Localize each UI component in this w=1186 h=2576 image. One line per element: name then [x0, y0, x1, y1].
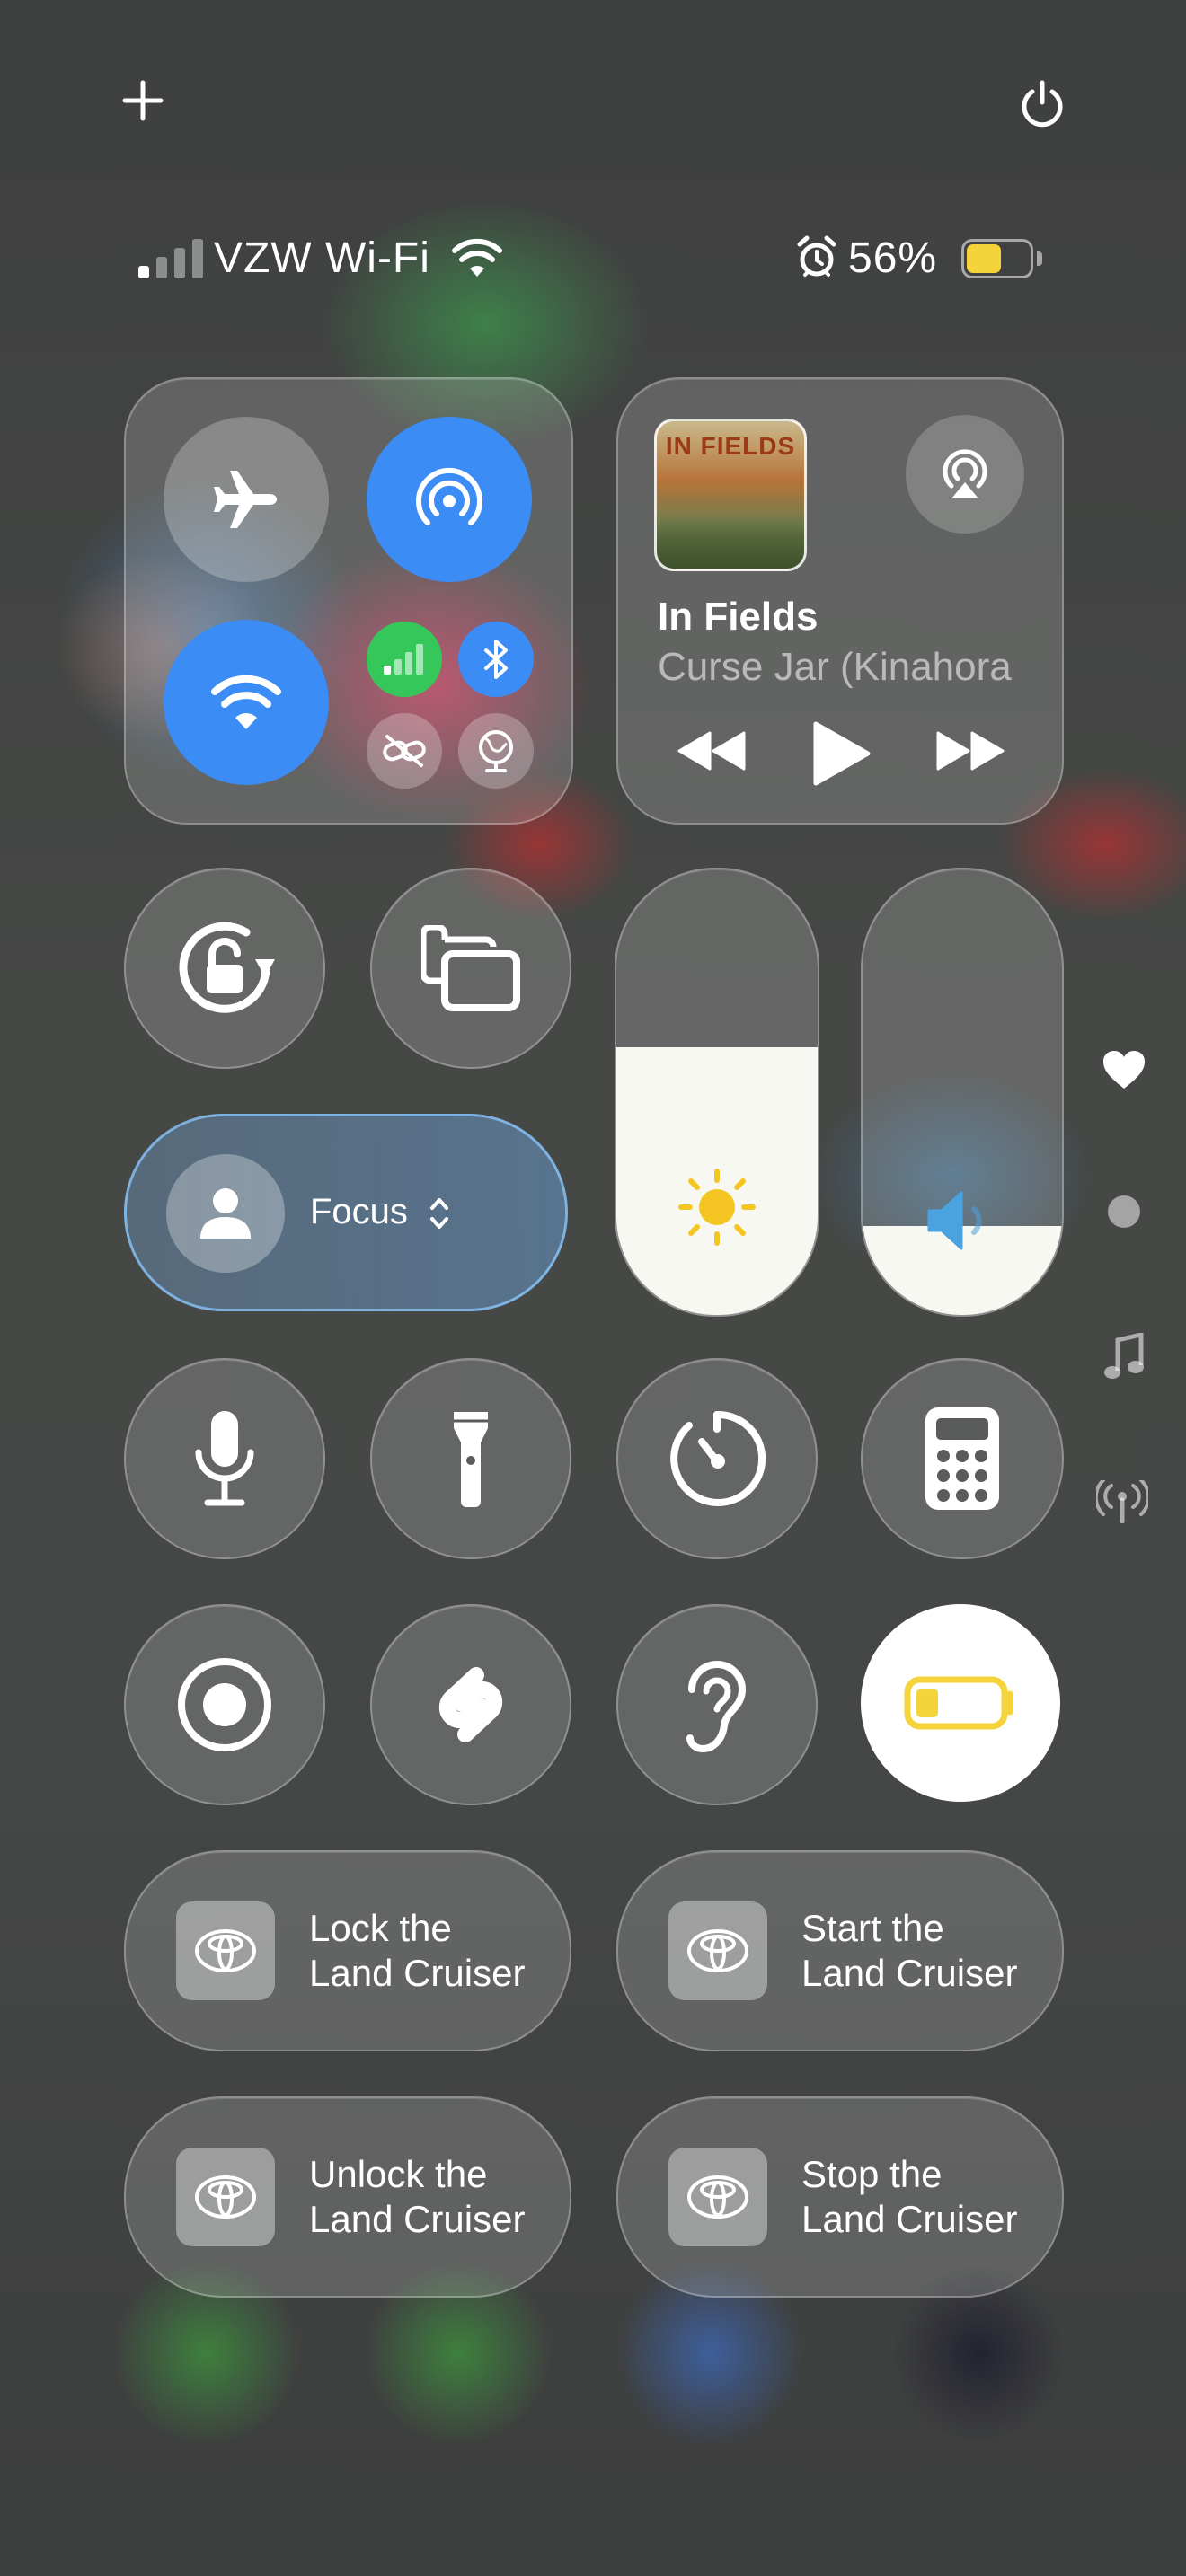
alarm-icon	[796, 235, 837, 278]
connectivity-panel	[124, 377, 573, 825]
chevron-up-down-icon	[429, 1195, 450, 1231]
shortcut-label-line2: Land Cruiser	[309, 1952, 526, 1994]
track-artist: Curse Jar (Kinahora	[658, 645, 1012, 689]
now-playing-panel[interactable]: IN FIELDS In Fields Curse Jar (Kinahora	[616, 377, 1064, 825]
link-icon	[382, 733, 427, 769]
rewind-button[interactable]	[677, 731, 746, 771]
cellular-bars-icon	[384, 644, 425, 675]
music-note-icon[interactable]	[1102, 1333, 1145, 1381]
speaker-icon	[925, 1189, 1001, 1252]
shortcut-start-land-cruiser[interactable]: Start the Land Cruiser	[616, 1850, 1064, 2051]
flashlight-button[interactable]	[370, 1358, 571, 1559]
calculator-button[interactable]	[861, 1358, 1064, 1559]
airplay-icon	[937, 446, 993, 502]
toyota-logo-icon	[668, 2148, 767, 2246]
shortcut-label-line2: Land Cruiser	[801, 1952, 1018, 1994]
focus-button[interactable]: Focus	[124, 1114, 568, 1311]
airplay-button[interactable]	[906, 415, 1024, 534]
person-icon	[199, 1187, 252, 1240]
airplane-icon	[210, 463, 282, 535]
brightness-slider[interactable]	[615, 868, 819, 1317]
shortcut-label-line2: Land Cruiser	[309, 2198, 526, 2240]
toyota-logo-icon	[176, 2148, 275, 2246]
airdrop-toggle[interactable]	[367, 417, 532, 582]
shortcut-stop-land-cruiser[interactable]: Stop the Land Cruiser	[616, 2096, 1064, 2298]
calculator-icon	[924, 1406, 1001, 1512]
voice-memo-button[interactable]	[124, 1358, 325, 1559]
shazam-icon	[424, 1655, 518, 1754]
screen-mirroring-icon	[421, 925, 520, 1011]
bluetooth-icon	[482, 640, 509, 679]
heart-icon[interactable]	[1102, 1049, 1146, 1090]
screen-recording-button[interactable]	[124, 1604, 325, 1805]
focus-label: Focus	[310, 1192, 408, 1231]
battery-icon	[961, 239, 1044, 278]
globe-icon	[476, 729, 516, 772]
album-art-text: IN FIELDS	[665, 432, 796, 460]
carrier-label: VZW Wi-Fi	[214, 234, 430, 282]
bluetooth-toggle[interactable]	[458, 622, 534, 697]
shazam-button[interactable]	[370, 1604, 571, 1805]
low-power-mode-button[interactable]	[861, 1604, 1060, 1802]
play-button[interactable]	[812, 720, 872, 787]
shortcut-label: Stop the Land Cruiser	[801, 2152, 1017, 2242]
shortcut-label-line1: Unlock the	[309, 2153, 488, 2195]
album-art[interactable]: IN FIELDS	[654, 419, 807, 571]
orientation-lock-button[interactable]	[124, 868, 325, 1069]
vpn-toggle[interactable]	[458, 713, 534, 789]
volume-slider[interactable]	[861, 868, 1064, 1317]
antenna-icon[interactable]	[1096, 1480, 1148, 1523]
cellular-data-toggle[interactable]	[367, 622, 442, 697]
shortcut-label-line1: Lock the	[309, 1907, 452, 1949]
shortcut-unlock-land-cruiser[interactable]: Unlock the Land Cruiser	[124, 2096, 571, 2298]
shortcut-label: Unlock the Land Cruiser	[309, 2152, 525, 2242]
wifi-icon	[210, 674, 282, 731]
flashlight-icon	[450, 1408, 491, 1509]
record-icon	[175, 1655, 274, 1754]
shortcut-lock-land-cruiser[interactable]: Lock the Land Cruiser	[124, 1850, 571, 2051]
hearing-button[interactable]	[616, 1604, 818, 1805]
wifi-status-icon	[451, 237, 503, 278]
shortcut-label: Start the Land Cruiser	[801, 1906, 1017, 1996]
toyota-logo-icon	[176, 1901, 275, 2000]
timer-button[interactable]	[616, 1358, 818, 1559]
shortcut-label-line1: Start the	[801, 1907, 944, 1949]
status-bar: VZW Wi-Fi 56%	[0, 0, 1186, 305]
personal-hotspot-toggle[interactable]	[367, 713, 442, 789]
low-battery-icon	[904, 1676, 1017, 1730]
airdrop-icon	[413, 463, 485, 535]
timer-icon	[668, 1409, 766, 1508]
shortcut-label: Lock the Land Cruiser	[309, 1906, 525, 1996]
fast-forward-button[interactable]	[936, 731, 1005, 771]
toyota-logo-icon	[668, 1901, 767, 2000]
cellular-signal-icon	[138, 239, 203, 278]
dot-icon[interactable]	[1108, 1195, 1140, 1228]
battery-percent-label: 56%	[848, 234, 938, 282]
track-title: In Fields	[658, 595, 819, 639]
ear-icon	[683, 1655, 751, 1754]
airplane-mode-toggle[interactable]	[164, 417, 329, 582]
wifi-toggle[interactable]	[164, 620, 329, 785]
rotation-lock-icon	[169, 913, 280, 1024]
shortcut-label-line1: Stop the	[801, 2153, 943, 2195]
battery-fill	[967, 244, 1001, 273]
brightness-sun-icon	[677, 1168, 757, 1247]
focus-avatar	[166, 1154, 285, 1273]
screen-mirroring-button[interactable]	[370, 868, 571, 1069]
microphone-icon	[193, 1409, 256, 1508]
shortcut-label-line2: Land Cruiser	[801, 2198, 1018, 2240]
